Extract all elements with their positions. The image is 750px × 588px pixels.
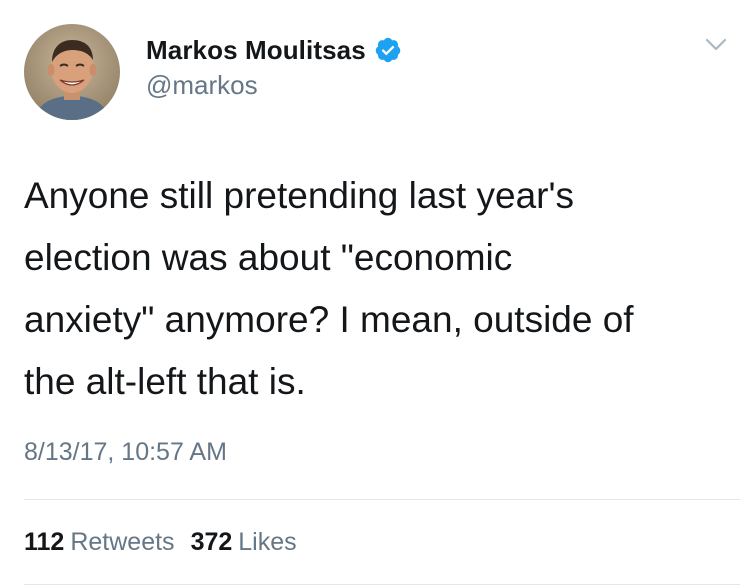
retweets-stat[interactable]: 112 Retweets bbox=[24, 528, 175, 557]
author-name-row[interactable]: Markos Moulitsas bbox=[146, 34, 402, 66]
retweets-count: 112 bbox=[24, 528, 65, 556]
author-handle[interactable]: @markos bbox=[146, 70, 258, 101]
author-display-name[interactable]: Markos Moulitsas bbox=[146, 35, 366, 66]
divider bbox=[24, 499, 740, 500]
avatar[interactable] bbox=[24, 24, 120, 120]
tweet-card: Markos Moulitsas @markos Anyone still pr… bbox=[0, 0, 750, 588]
likes-stat[interactable]: 372 Likes bbox=[191, 528, 297, 557]
avatar-photo bbox=[24, 24, 120, 120]
tweet-timestamp[interactable]: 8/13/17, 10:57 AM bbox=[24, 438, 227, 467]
likes-count: 372 bbox=[190, 528, 233, 556]
retweets-label: Retweets bbox=[70, 528, 175, 556]
likes-label: Likes bbox=[238, 528, 297, 556]
tweet-text: Anyone still pretending last year's elec… bbox=[24, 175, 634, 402]
verified-badge-icon bbox=[374, 36, 402, 64]
tweet-stats: 112 Retweets 372 Likes bbox=[24, 528, 297, 557]
divider-bottom bbox=[24, 584, 740, 585]
chevron-down-icon[interactable] bbox=[705, 38, 727, 52]
